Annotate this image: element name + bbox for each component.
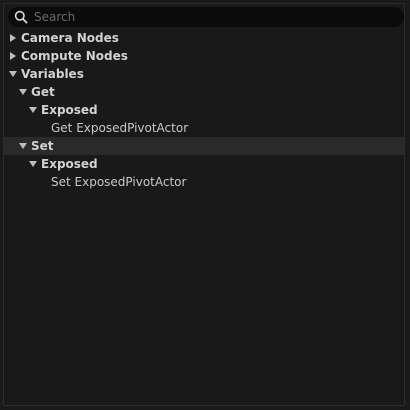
tree-item-label: Exposed [41, 103, 98, 117]
tree-item-get-exposed-pivot-actor[interactable]: Get ExposedPivotActor [4, 119, 404, 137]
search-box[interactable] [8, 7, 404, 27]
tree-item-label: Compute Nodes [21, 49, 128, 63]
expand-arrow-icon[interactable] [10, 52, 16, 60]
search-icon [14, 10, 28, 24]
tree-item-set[interactable]: Set [4, 137, 404, 155]
tree-item-variables[interactable]: Variables [4, 65, 404, 83]
tree-item-label: Set ExposedPivotActor [51, 175, 187, 189]
collapse-arrow-icon[interactable] [19, 89, 27, 95]
search-input[interactable] [34, 7, 394, 27]
action-tree: Camera Nodes Compute Nodes Variables Get… [4, 29, 404, 191]
tree-item-label: Set [31, 139, 54, 153]
tree-item-camera-nodes[interactable]: Camera Nodes [4, 29, 404, 47]
tree-item-label: Get [31, 85, 55, 99]
tree-item-label: Get ExposedPivotActor [51, 121, 189, 135]
tree-item-set-exposed[interactable]: Exposed [4, 155, 404, 173]
tree-item-label: Exposed [41, 157, 98, 171]
tree-item-get-exposed[interactable]: Exposed [4, 101, 404, 119]
action-panel: Camera Nodes Compute Nodes Variables Get… [3, 3, 405, 406]
collapse-arrow-icon[interactable] [29, 161, 37, 167]
collapse-arrow-icon[interactable] [9, 71, 17, 77]
tree-item-label: Variables [21, 67, 84, 81]
collapse-arrow-icon[interactable] [19, 143, 27, 149]
tree-item-compute-nodes[interactable]: Compute Nodes [4, 47, 404, 65]
tree-item-label: Camera Nodes [21, 31, 119, 45]
collapse-arrow-icon[interactable] [29, 107, 37, 113]
tree-item-get[interactable]: Get [4, 83, 404, 101]
expand-arrow-icon[interactable] [10, 34, 16, 42]
tree-item-set-exposed-pivot-actor[interactable]: Set ExposedPivotActor [4, 173, 404, 191]
